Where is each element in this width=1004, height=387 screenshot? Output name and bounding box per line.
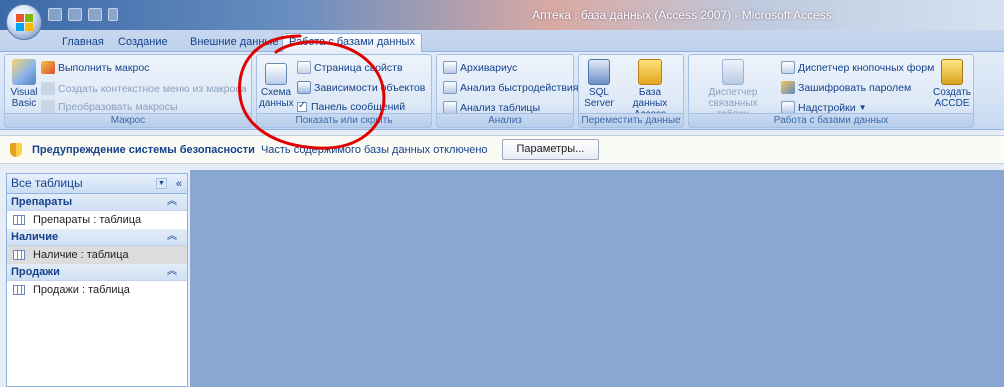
visual-basic-icon	[12, 59, 36, 85]
navigation-pane: Все таблицы ▼ « Препараты ︽ Препараты : …	[6, 173, 188, 387]
encrypt-password-button[interactable]: Зашифровать паролем	[781, 81, 911, 94]
switchboard-manager-icon	[781, 61, 795, 74]
group-macro: Visual Basic Выполнить макрос Создать ко…	[4, 54, 252, 128]
workspace-area	[190, 170, 1004, 387]
nav-item-drugs-table[interactable]: Препараты : таблица	[7, 211, 187, 229]
access-database-icon	[638, 59, 662, 85]
office-logo-icon	[16, 14, 34, 32]
group-move-data: SQL Server База данных Access Переместит…	[578, 54, 684, 128]
linked-table-manager-icon	[722, 59, 744, 85]
property-sheet-button[interactable]: Страница свойств	[297, 61, 403, 74]
group-database-tools: Диспетчер связанных таблиц Диспетчер кно…	[688, 54, 974, 128]
switchboard-manager-button[interactable]: Диспетчер кнопочных форм	[781, 61, 934, 74]
encrypt-icon	[781, 81, 795, 94]
group-label-move-data: Переместить данные	[579, 113, 683, 127]
ribbon-tabs: Главная Создание Внешние данные Работа с…	[0, 30, 1004, 53]
security-message-bar: Предупреждение системы безопасности Част…	[0, 135, 1004, 164]
navigation-pane-header[interactable]: Все таблицы ▼ «	[7, 174, 187, 194]
nav-group-drugs[interactable]: Препараты ︽	[7, 194, 187, 211]
property-sheet-icon	[297, 61, 311, 74]
visual-basic-button[interactable]: Visual Basic	[7, 59, 41, 109]
sql-server-button[interactable]: SQL Server	[581, 59, 617, 109]
tab-database-tools[interactable]: Работа с базами данных	[282, 33, 422, 53]
tab-create[interactable]: Создание	[112, 34, 174, 52]
ribbon: Visual Basic Выполнить макрос Создать ко…	[0, 52, 1004, 130]
relationships-icon	[265, 63, 287, 85]
message-bar-checkbox[interactable]: Панель сообщений	[297, 100, 405, 113]
tab-home[interactable]: Главная	[56, 34, 110, 52]
nav-group-sales[interactable]: Продажи ︽	[7, 264, 187, 281]
chevron-up-icon[interactable]: ︽	[167, 264, 177, 280]
make-accde-icon	[941, 59, 963, 85]
table-icon	[13, 250, 25, 260]
performance-analyzer-button[interactable]: Анализ быстродействия	[443, 81, 578, 94]
convert-macros-icon	[41, 100, 55, 113]
make-accde-button[interactable]: Создать ACCDE	[931, 59, 973, 109]
collapse-pane-icon[interactable]: «	[176, 175, 182, 194]
group-label-macro: Макрос	[5, 113, 251, 127]
shield-icon	[10, 142, 22, 157]
documenter-button[interactable]: Архивариус	[443, 61, 517, 74]
chevron-down-icon: ▼	[858, 103, 867, 112]
convert-macros-button[interactable]: Преобразовать макросы	[41, 100, 178, 113]
office-button[interactable]	[6, 4, 42, 40]
relationships-button[interactable]: Схема данных	[259, 63, 294, 109]
group-label-database-tools: Работа с базами данных	[689, 113, 973, 127]
performance-analyzer-icon	[443, 81, 457, 94]
group-analysis: Архивариус Анализ быстродействия Анализ …	[436, 54, 578, 128]
documenter-icon	[443, 61, 457, 74]
table-icon	[13, 215, 25, 225]
run-macro-button[interactable]: Выполнить макрос	[41, 61, 149, 74]
nav-item-stock-table[interactable]: Наличие : таблица	[7, 246, 187, 264]
table-icon	[13, 285, 25, 295]
group-label-analysis: Анализ	[437, 113, 573, 127]
chevron-down-icon[interactable]: ▼	[156, 178, 167, 189]
window-title: Аптека : база данных (Access 2007) - Mic…	[532, 8, 832, 22]
object-dependencies-button[interactable]: Зависимости объектов	[297, 81, 425, 94]
context-menu-icon	[41, 82, 55, 95]
linked-table-manager-button[interactable]: Диспетчер связанных таблиц	[691, 59, 775, 120]
object-dependencies-icon	[297, 81, 311, 94]
nav-group-stock[interactable]: Наличие ︽	[7, 229, 187, 246]
tab-external-data[interactable]: Внешние данные	[184, 34, 284, 52]
chevron-up-icon[interactable]: ︽	[167, 229, 177, 245]
nav-item-sales-table[interactable]: Продажи : таблица	[7, 281, 187, 299]
group-label-show-hide: Показать или скрыть	[257, 113, 431, 127]
checkbox-checked-icon[interactable]	[297, 100, 307, 112]
chevron-up-icon[interactable]: ︽	[167, 194, 177, 210]
title-bar: Аптека : база данных (Access 2007) - Mic…	[0, 0, 1004, 30]
security-warning-title: Предупреждение системы безопасности	[32, 143, 255, 156]
run-macro-icon	[41, 61, 55, 74]
create-context-menu-button[interactable]: Создать контекстное меню из макроса	[41, 82, 247, 95]
options-button[interactable]: Параметры...	[501, 139, 600, 160]
group-show-hide: Схема данных Страница свойств Зависимост…	[256, 54, 432, 128]
access-database-button[interactable]: База данных Access	[619, 59, 681, 120]
sql-server-icon	[588, 59, 610, 85]
security-warning-text: Часть содержимого базы данных отключено	[260, 143, 488, 156]
